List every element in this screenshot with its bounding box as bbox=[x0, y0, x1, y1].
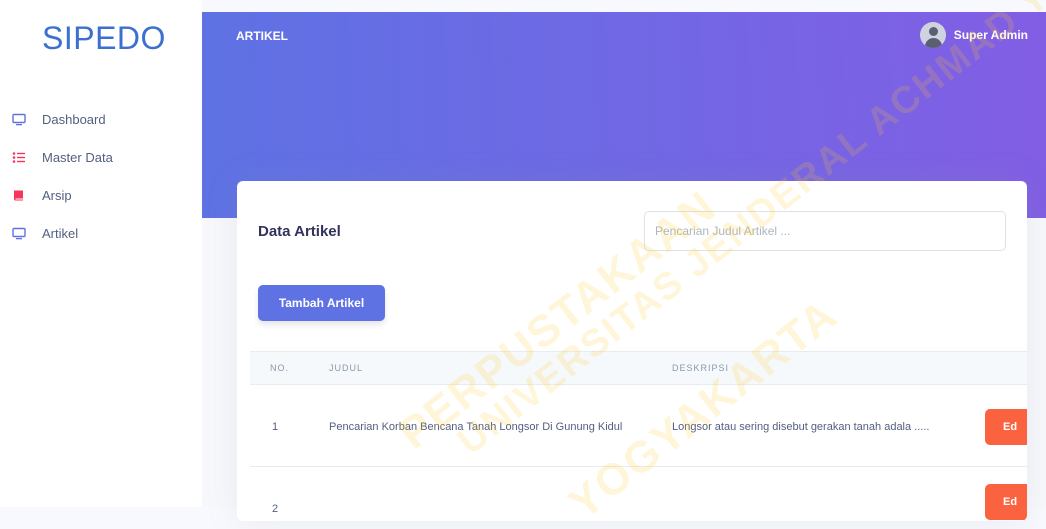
sidebar-item-label: Master Data bbox=[42, 149, 113, 165]
card-title: Data Artikel bbox=[258, 223, 341, 240]
sidebar-item-dashboard[interactable]: Dashboard bbox=[0, 100, 202, 138]
page-title[interactable]: ARTIKEL bbox=[236, 29, 288, 43]
monitor-icon bbox=[12, 226, 26, 240]
avatar bbox=[919, 22, 946, 48]
sidebar-item-label: Artikel bbox=[42, 225, 79, 241]
column-header-judul: JUDUL bbox=[329, 363, 364, 373]
sidebar-item-artikel[interactable]: Artikel bbox=[0, 214, 202, 252]
app-logo[interactable]: SIPEDO bbox=[42, 20, 166, 57]
sidebar-item-label: Arsip bbox=[42, 187, 72, 203]
edit-button[interactable]: Ed bbox=[985, 409, 1027, 445]
table-row: 2 Ed bbox=[250, 467, 1027, 521]
sidebar-nav: Dashboard Master Data Arsip Artikel bbox=[0, 100, 202, 252]
articles-table: NO. JUDUL DESKRIPSI 1 Pencarian Korban B… bbox=[250, 351, 1027, 521]
add-article-button[interactable]: Tambah Artikel bbox=[258, 285, 385, 321]
data-card: Data Artikel Tambah Artikel NO. JUDUL DE… bbox=[237, 181, 1027, 521]
user-menu[interactable]: Super Admin bbox=[919, 22, 1028, 48]
row-title: Pencarian Korban Bencana Tanah Longsor D… bbox=[329, 421, 623, 433]
sidebar: SIPEDO Dashboard Master Data Arsip Artik… bbox=[0, 0, 202, 507]
row-number: 2 bbox=[272, 503, 279, 515]
table-row: 1 Pencarian Korban Bencana Tanah Longsor… bbox=[250, 385, 1027, 467]
search-input[interactable] bbox=[644, 211, 1006, 251]
row-number: 1 bbox=[272, 421, 279, 433]
column-header-deskripsi: DESKRIPSI bbox=[672, 363, 730, 373]
sidebar-item-master-data[interactable]: Master Data bbox=[0, 138, 202, 176]
monitor-icon bbox=[12, 112, 26, 126]
edit-button[interactable]: Ed bbox=[985, 484, 1027, 520]
book-icon bbox=[12, 188, 26, 202]
main-content: ARTIKEL Super Admin Data Artikel Tambah … bbox=[202, 12, 1046, 521]
sidebar-item-arsip[interactable]: Arsip bbox=[0, 176, 202, 214]
table-header: NO. JUDUL DESKRIPSI bbox=[250, 351, 1027, 385]
row-description: Longsor atau sering disebut gerakan tana… bbox=[672, 421, 930, 433]
user-icon bbox=[928, 27, 938, 36]
list-icon bbox=[12, 150, 26, 164]
column-header-no: NO. bbox=[270, 363, 290, 373]
sidebar-item-label: Dashboard bbox=[42, 111, 106, 127]
user-name: Super Admin bbox=[953, 28, 1028, 42]
